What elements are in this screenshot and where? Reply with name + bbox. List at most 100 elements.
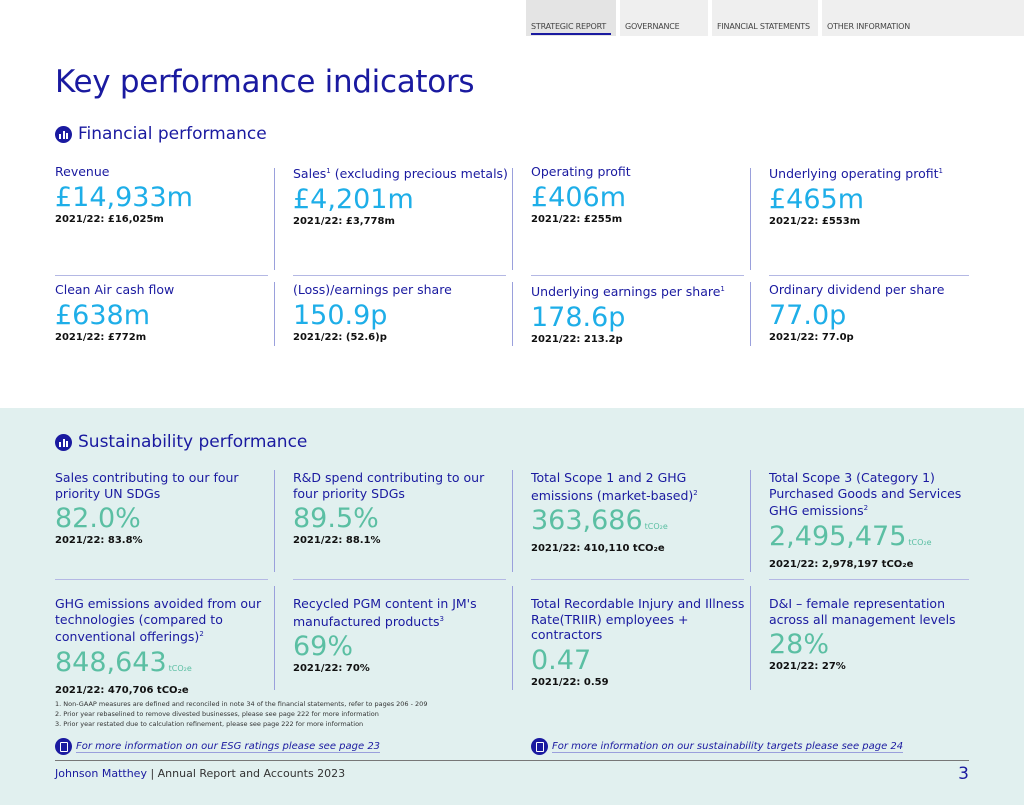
divider [512, 586, 513, 690]
divider [274, 168, 275, 270]
kpi-label: (Loss)/earnings per share [293, 282, 452, 297]
kpi-label: Underlying earnings per share1 [531, 284, 725, 300]
kpi-prior-year: 2021/22: £255m [531, 213, 623, 225]
kpi-card: Underlying operating profit1 £465m 2021/22… [769, 164, 989, 227]
footnote: 3. Prior year restated due to calculatio… [55, 720, 364, 728]
kpi-prior-year: 2021/22: £553m [769, 215, 861, 227]
divider [274, 470, 275, 572]
report-title: | Annual Report and Accounts 2023 [146, 767, 346, 780]
kpi-value: 2,495,475 tCO₂e [769, 520, 932, 552]
kpi-value: 28% [769, 629, 830, 660]
kpi-prior-year: 2021/22: 88.1% [293, 535, 381, 546]
kpi-prior-year: 2021/22: £772m [55, 331, 147, 343]
kpi-card: Sales contributing to our four priority … [55, 470, 275, 546]
nav-governance[interactable]: GOVERNANCE [620, 0, 708, 36]
kpi-value: £4,201m [293, 183, 414, 215]
kpi-label: Clean Air cash flow [55, 282, 175, 297]
divider [274, 586, 275, 690]
footer: Johnson Matthey | Annual Report and Acco… [55, 760, 969, 780]
divider [512, 470, 513, 572]
kpi-label: GHG emissions avoided from our technolog… [55, 596, 262, 645]
kpi-label: Underlying operating profit1 [769, 166, 943, 182]
kpi-value: 77.0p [769, 299, 847, 331]
kpi-label: Total Scope 3 (Category 1) Purchased Goo… [769, 470, 962, 519]
kpi-prior-year: 2021/22: 0.59 [531, 676, 609, 688]
divider [293, 275, 506, 276]
kpi-value: 0.47 [531, 644, 592, 676]
chart-icon [55, 433, 72, 451]
divider [531, 579, 744, 580]
section-title: Financial performance [78, 124, 267, 144]
sustainability-targets-link[interactable]: For more information on our sustainabili… [531, 738, 904, 755]
kpi-prior-year: 2021/22: 213.2p [531, 333, 623, 345]
kpi-value: 178.6p [531, 301, 626, 333]
brand: Johnson Matthey [55, 767, 147, 780]
kpi-value: 89.5% [293, 503, 379, 534]
kpi-label: R&D spend contributing to our four prior… [293, 470, 485, 501]
section-title: Sustainability performance [78, 432, 308, 452]
divider [512, 168, 513, 270]
kpi-card: R&D spend contributing to our four prior… [293, 470, 513, 546]
kpi-prior-year: 2021/22: 470,706 tCO₂e [55, 684, 189, 696]
divider [512, 282, 513, 346]
kpi-card: Operating profit £406m 2021/22: £255m [531, 164, 751, 225]
kpi-card: GHG emissions avoided from our technolog… [55, 596, 275, 696]
chart-icon [55, 125, 72, 143]
kpi-card: Clean Air cash flow £638m 2021/22: £772m [55, 282, 275, 343]
kpi-card: Sales1 (excluding precious metals) £4,201… [293, 164, 513, 227]
nav-financial-statements[interactable]: FINANCIAL STATEMENTS [712, 0, 818, 36]
footnote: 1. Non-GAAP measures are defined and rec… [55, 700, 428, 708]
kpi-value: £638m [55, 299, 151, 331]
sustainability-heading: Sustainability performance [55, 432, 307, 452]
divider [274, 282, 275, 346]
page-number: 3 [958, 764, 969, 784]
divider [750, 586, 751, 690]
kpi-value: £406m [531, 181, 627, 213]
kpi-card: (Loss)/earnings per share 150.9p 2021/22: … [293, 282, 513, 343]
kpi-value: 69% [293, 631, 354, 663]
footnotes: 1. Non-GAAP measures are defined and rec… [55, 699, 427, 729]
kpi-value: 150.9p [293, 299, 388, 331]
kpi-card: Total Scope 1 and 2 GHG emissions (marke… [531, 470, 751, 554]
divider [769, 275, 969, 276]
kpi-label: Sales contributing to our four priority … [55, 470, 239, 501]
kpi-label: Total Scope 1 and 2 GHG emissions (marke… [531, 470, 698, 503]
link-text[interactable]: For more information on our ESG ratings … [76, 741, 381, 753]
book-icon [531, 738, 548, 755]
kpi-card: Recycled PGM content in JM's manufacture… [293, 596, 513, 674]
esg-ratings-link[interactable]: For more information on our ESG ratings … [55, 738, 381, 755]
kpi-prior-year: 2021/22: 83.8% [55, 535, 143, 546]
kpi-prior-year: 2021/22: (52.6)p [293, 331, 387, 343]
link-text[interactable]: For more information on our sustainabili… [552, 741, 904, 753]
kpi-label: Recycled PGM content in JM's manufacture… [293, 596, 477, 629]
kpi-prior-year: 2021/22: 70% [293, 663, 370, 675]
kpi-card: D&I – female representation across all m… [769, 596, 989, 672]
kpi-prior-year: 2021/22: £16,025m [55, 213, 164, 225]
nav-strategic-report[interactable]: STRATEGIC REPORT [526, 0, 616, 36]
divider [750, 282, 751, 346]
page-title: Key performance indicators [55, 64, 475, 100]
kpi-prior-year: 2021/22: 77.0p [769, 331, 854, 343]
divider [750, 168, 751, 270]
kpi-card: Total Recordable Injury and Illness Rate… [531, 596, 751, 688]
kpi-value: 363,686 tCO₂e [531, 505, 668, 537]
kpi-value: 848,643 tCO₂e [55, 646, 192, 678]
kpi-label: Revenue [55, 164, 110, 179]
divider [55, 579, 268, 580]
divider [769, 579, 969, 580]
divider [531, 275, 744, 276]
kpi-prior-year: 2021/22: 27% [769, 661, 846, 672]
divider [750, 470, 751, 572]
kpi-card: Revenue £14,933m 2021/22: £16,025m [55, 164, 275, 225]
kpi-card: Ordinary dividend per share 77.0p 2021/22:… [769, 282, 989, 343]
kpi-label: Total Recordable Injury and Illness Rate… [531, 596, 745, 642]
kpi-value: 82.0% [55, 503, 141, 534]
kpi-card: Underlying earnings per share1 178.6p 2021… [531, 282, 751, 345]
kpi-card: Total Scope 3 (Category 1) Purchased Goo… [769, 470, 989, 570]
kpi-value: £14,933m [55, 181, 193, 213]
kpi-label: D&I – female representation across all m… [769, 596, 956, 627]
nav-other-information[interactable]: OTHER INFORMATION [822, 0, 1024, 36]
kpi-prior-year: 2021/22: 2,978,197 tCO₂e [769, 558, 914, 570]
kpi-label: Sales1 (excluding precious metals) [293, 166, 508, 182]
kpi-label: Operating profit [531, 164, 631, 179]
